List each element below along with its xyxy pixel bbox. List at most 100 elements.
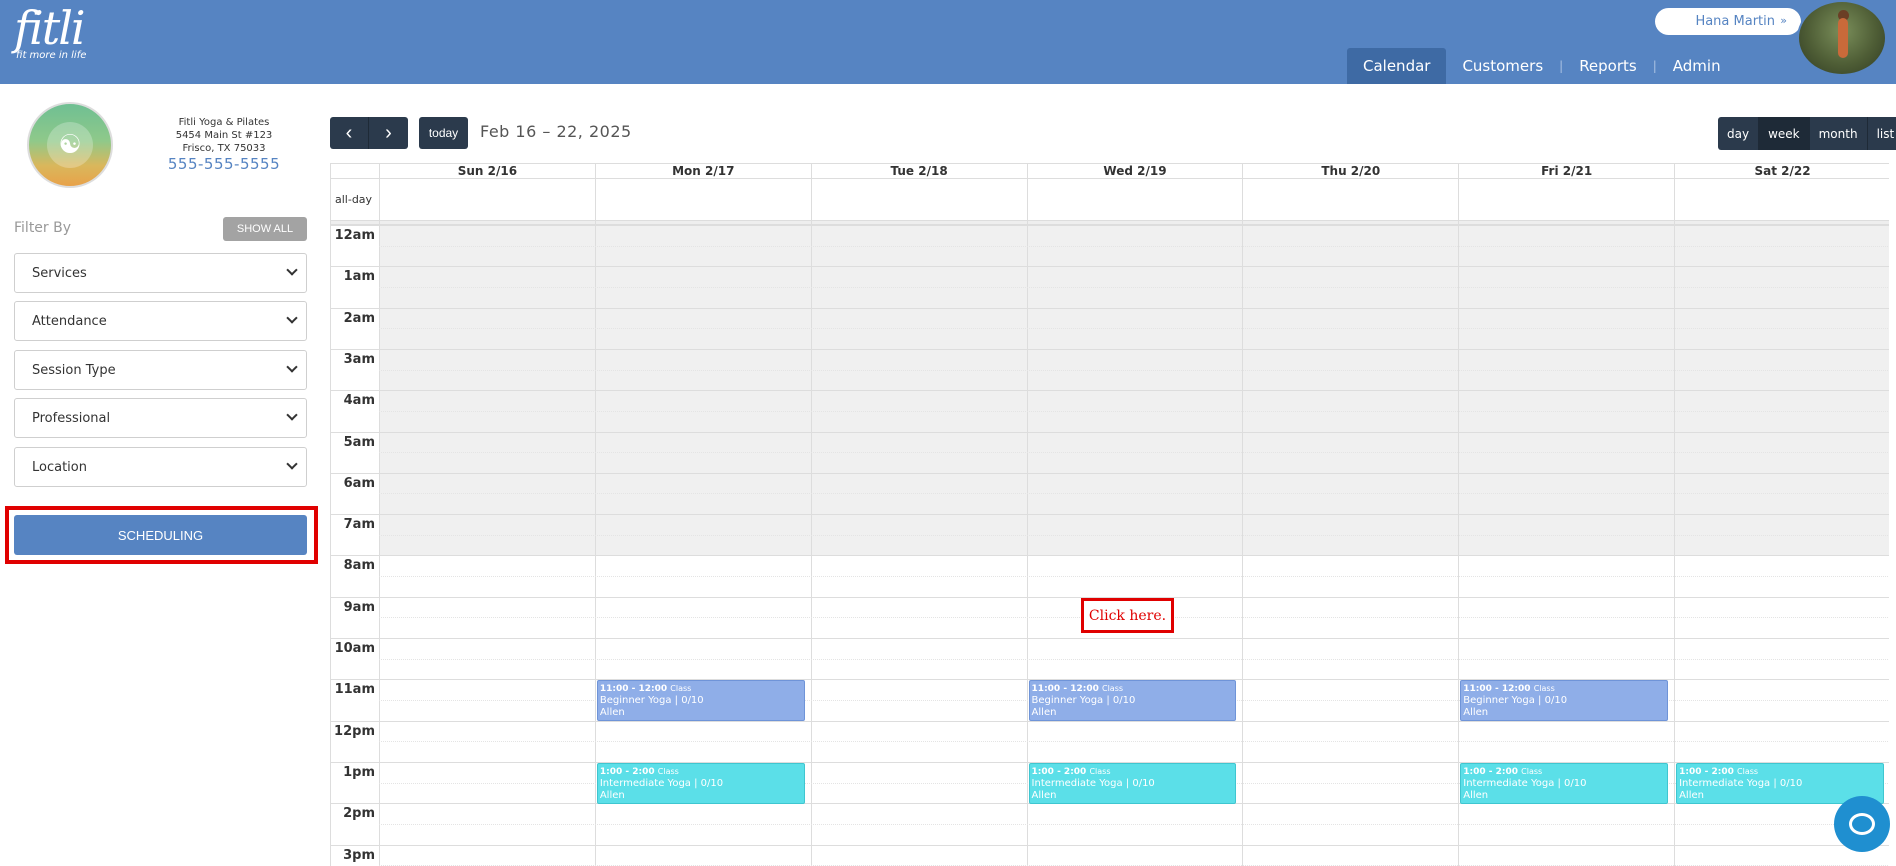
- nav-customers[interactable]: Customers: [1446, 48, 1559, 84]
- day-header: Tue 2/18: [810, 164, 1027, 179]
- event-instructor: Allen: [1463, 789, 1489, 801]
- event-kind: Class: [1533, 684, 1555, 694]
- day-column-divider: [810, 179, 812, 866]
- hour-label: 7am: [343, 517, 375, 533]
- hour-divider: [331, 555, 1889, 557]
- hour-divider: [331, 225, 1889, 226]
- event-kind: Class: [1102, 684, 1124, 694]
- hour-divider: [331, 472, 1889, 474]
- calendar-event[interactable]: 11:00 - 12:00 Class Beginner Yoga | 0/10 A…: [1460, 680, 1669, 722]
- event-title: Intermediate Yoga | 0/10: [1031, 777, 1155, 789]
- view-switcher: day week month list: [1718, 117, 1896, 150]
- view-month-button[interactable]: month: [1809, 117, 1868, 150]
- studio-address-line1: 5454 Main St #123: [175, 130, 273, 141]
- hour-label: 3pm: [343, 847, 375, 863]
- day-column-divider: [1026, 179, 1028, 866]
- calendar-event[interactable]: 1:00 - 2:00 Class Intermediate Yoga | 0/1…: [1028, 762, 1237, 804]
- user-name: Hana Martin: [1695, 14, 1775, 29]
- hour-divider: [331, 514, 1889, 516]
- view-day-button[interactable]: day: [1718, 117, 1760, 150]
- avatar[interactable]: [1797, 0, 1887, 76]
- location-select[interactable]: Location: [14, 447, 307, 487]
- half-hour-divider: [379, 410, 1889, 412]
- half-hour-divider: [379, 576, 1889, 578]
- select-value: Attendance: [32, 313, 107, 329]
- day-header: Thu 2/20: [1242, 164, 1458, 179]
- nav-reports[interactable]: Reports: [1563, 48, 1653, 84]
- hour-label: 8am: [343, 558, 375, 574]
- user-menu-button[interactable]: Hana Martin »: [1655, 8, 1801, 35]
- studio-phone[interactable]: 555-555-5555: [155, 157, 293, 172]
- event-kind: Class: [670, 684, 692, 694]
- meditation-icon: ☯: [47, 122, 93, 168]
- hour-divider: [331, 431, 1889, 433]
- event-time-range: 1:00 - 2:00: [1031, 766, 1087, 777]
- event-title: Intermediate Yoga | 0/10: [1679, 777, 1803, 789]
- calendar-event[interactable]: 1:00 - 2:00 Class Intermediate Yoga | 0/1…: [596, 762, 805, 804]
- event-time: 1:00 - 2:00 Class: [1032, 766, 1234, 778]
- hour-label: 12pm: [334, 723, 375, 739]
- hour-label: 12am: [334, 228, 375, 243]
- event-time-range: 1:00 - 2:00: [1463, 766, 1519, 777]
- next-week-button[interactable]: ›: [369, 117, 408, 149]
- calendar-event[interactable]: 11:00 - 12:00 Class Beginner Yoga | 0/10 A…: [596, 680, 805, 722]
- day-header-row: Sun 2/16 Mon 2/17 Tue 2/18 Wed 2/19 Thu 2/20…: [331, 163, 1889, 179]
- view-week-button[interactable]: week: [1759, 117, 1810, 150]
- attendance-select[interactable]: Attendance: [14, 301, 307, 341]
- half-hour-divider: [379, 245, 1889, 247]
- hour-label: 9am: [343, 599, 375, 615]
- filter-by-label: Filter By: [14, 220, 72, 236]
- day-header: Mon 2/17: [594, 164, 811, 179]
- all-day-row[interactable]: all-day: [331, 179, 1889, 221]
- event-instructor: Allen: [1031, 707, 1057, 719]
- half-hour-divider: [379, 452, 1889, 454]
- today-button[interactable]: today: [419, 117, 468, 149]
- view-list-button[interactable]: list: [1867, 117, 1896, 150]
- prev-week-button[interactable]: ‹: [330, 117, 369, 149]
- professional-select[interactable]: Professional: [14, 398, 307, 438]
- calendar-event[interactable]: 11:00 - 12:00 Class Beginner Yoga | 0/10 A…: [1028, 680, 1237, 722]
- show-all-button[interactable]: SHOW ALL: [223, 217, 307, 241]
- day-column-divider: [1242, 179, 1244, 866]
- half-hour-divider: [379, 493, 1889, 495]
- session-type-select[interactable]: Session Type: [14, 350, 307, 390]
- event-time: 11:00 - 12:00 Class: [1032, 683, 1234, 695]
- fitli-logo[interactable]: fitli fit more in life: [14, 2, 86, 61]
- hour-label: 1pm: [343, 764, 375, 780]
- avatar-figure-body: [1838, 18, 1848, 58]
- hour-label: 11am: [334, 682, 375, 698]
- hour-label: 3am: [343, 351, 375, 367]
- all-day-label: all-day: [335, 193, 373, 206]
- scheduling-button[interactable]: SCHEDULING: [14, 515, 307, 555]
- day-column-divider: [1458, 179, 1460, 866]
- half-hour-divider: [379, 286, 1889, 288]
- hour-label: 2am: [343, 310, 375, 326]
- services-select[interactable]: Services: [14, 253, 307, 293]
- nav-calendar[interactable]: Calendar: [1347, 48, 1447, 84]
- chat-support-button[interactable]: [1834, 796, 1890, 852]
- nav-admin[interactable]: Admin: [1657, 48, 1737, 84]
- event-kind: Class: [1737, 766, 1759, 776]
- click-here-callout: Click here.: [1081, 598, 1174, 633]
- hour-label: 10am: [334, 641, 375, 656]
- top-header: fitli fit more in life Hana Martin » Cal…: [0, 0, 1896, 84]
- chevron-down-icon: [286, 409, 298, 421]
- hour-label: 4am: [343, 393, 375, 409]
- week-calendar-grid: Sun 2/16 Mon 2/17 Tue 2/18 Wed 2/19 Thu 2/20…: [330, 163, 1889, 866]
- half-hour-divider: [379, 741, 1889, 743]
- calendar-event[interactable]: 1:00 - 2:00 Class Intermediate Yoga | 0/1…: [1460, 762, 1669, 804]
- event-title: Beginner Yoga | 0/10: [1031, 695, 1136, 707]
- event-kind: Class: [1521, 766, 1543, 776]
- studio-address-line2: Frisco, TX 75033: [182, 143, 266, 154]
- event-time-range: 11:00 - 12:00: [599, 684, 668, 695]
- event-title: Beginner Yoga | 0/10: [1463, 695, 1568, 707]
- event-time: 11:00 - 12:00 Class: [600, 683, 802, 695]
- chevron-down-icon: [286, 458, 298, 470]
- event-time: 1:00 - 2:00 Class: [1679, 766, 1881, 778]
- hour-divider: [331, 390, 1889, 392]
- select-value: Services: [32, 265, 87, 281]
- event-instructor: Allen: [1463, 707, 1489, 719]
- hour-label: 6am: [343, 475, 375, 491]
- half-hour-divider: [379, 328, 1889, 330]
- hour-divider: [331, 348, 1889, 350]
